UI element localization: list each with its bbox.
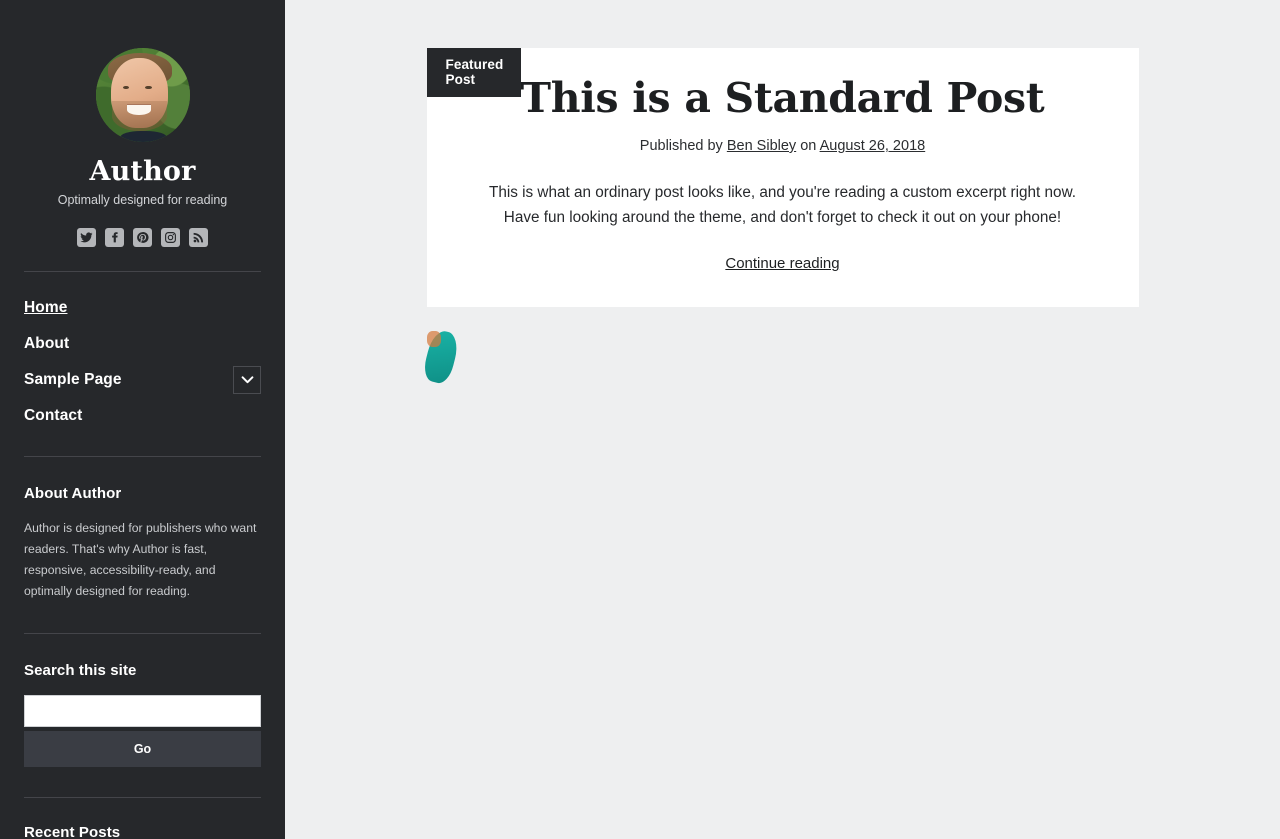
pinterest-icon[interactable]: [133, 228, 152, 247]
avatar-shoulder: [119, 130, 167, 142]
post-meta-prefix: Published by: [639, 137, 723, 154]
about-author-widget: About Author Author is designed for publ…: [24, 457, 261, 602]
avatar: [95, 48, 190, 142]
nav-link-home[interactable]: Home: [24, 293, 67, 323]
instagram-icon[interactable]: [161, 228, 180, 247]
search-input[interactable]: [24, 694, 261, 727]
search-submit-button[interactable]: Go: [24, 730, 261, 767]
sidebar-item-contact[interactable]: Contact: [24, 398, 261, 434]
site-tagline: Optimally designed for reading: [57, 193, 228, 207]
post-date-link[interactable]: August 26, 2018: [820, 138, 926, 154]
about-author-title: About Author: [24, 485, 122, 502]
about-author-text: Author is designed for publishers who wa…: [24, 521, 257, 598]
post-card-featured: Featured Post This is a Standard Post Pu…: [426, 48, 1139, 308]
avatar-smile: [126, 104, 151, 115]
recent-posts-widget: Recent Posts: [24, 798, 261, 839]
recent-posts-title: Recent Posts: [24, 823, 121, 839]
post-author-link[interactable]: Ben Sibley: [727, 138, 796, 154]
post-body: This is a Standard Post Published by Ben…: [427, 48, 1139, 307]
sidebar: Author Optimally designed for reading Ho…: [0, 0, 285, 839]
sidebar-item-home[interactable]: Home: [24, 290, 261, 326]
nav-link-contact[interactable]: Contact: [24, 401, 82, 431]
twitter-icon[interactable]: [77, 228, 96, 247]
post-excerpt: This is what an ordinary post looks like…: [488, 183, 1077, 226]
search-widget: Search this site Go: [24, 634, 261, 767]
continue-reading-link[interactable]: Continue reading: [725, 255, 839, 272]
social-links: [24, 228, 261, 247]
avatar-wrapper: [24, 0, 261, 142]
primary-navigation: Home About Sample Page Contact: [24, 272, 261, 434]
main-content: Featured Post This is a Standard Post Pu…: [285, 0, 1280, 839]
sidebar-item-about[interactable]: About: [24, 326, 261, 362]
nav-link-about[interactable]: About: [24, 329, 69, 359]
search-widget-title: Search this site: [24, 661, 137, 679]
facebook-icon[interactable]: [105, 228, 124, 247]
site-title: Author: [89, 156, 196, 187]
page-root: Author Optimally designed for reading Ho…: [0, 0, 1280, 839]
post-meta-join: on: [800, 137, 817, 154]
rss-icon[interactable]: [189, 228, 208, 247]
post-meta: Published by Ben Sibley on August 26, 20…: [483, 138, 1083, 154]
continue-reading-wrapper: Continue reading: [483, 255, 1083, 273]
post-title: This is a Standard Post: [483, 74, 1083, 122]
post-title-link[interactable]: This is a Standard Post: [521, 74, 1045, 122]
nav-link-sample-page[interactable]: Sample Page: [24, 365, 122, 395]
sidebar-item-sample-page[interactable]: Sample Page: [24, 362, 261, 398]
chevron-down-icon[interactable]: [233, 366, 261, 394]
